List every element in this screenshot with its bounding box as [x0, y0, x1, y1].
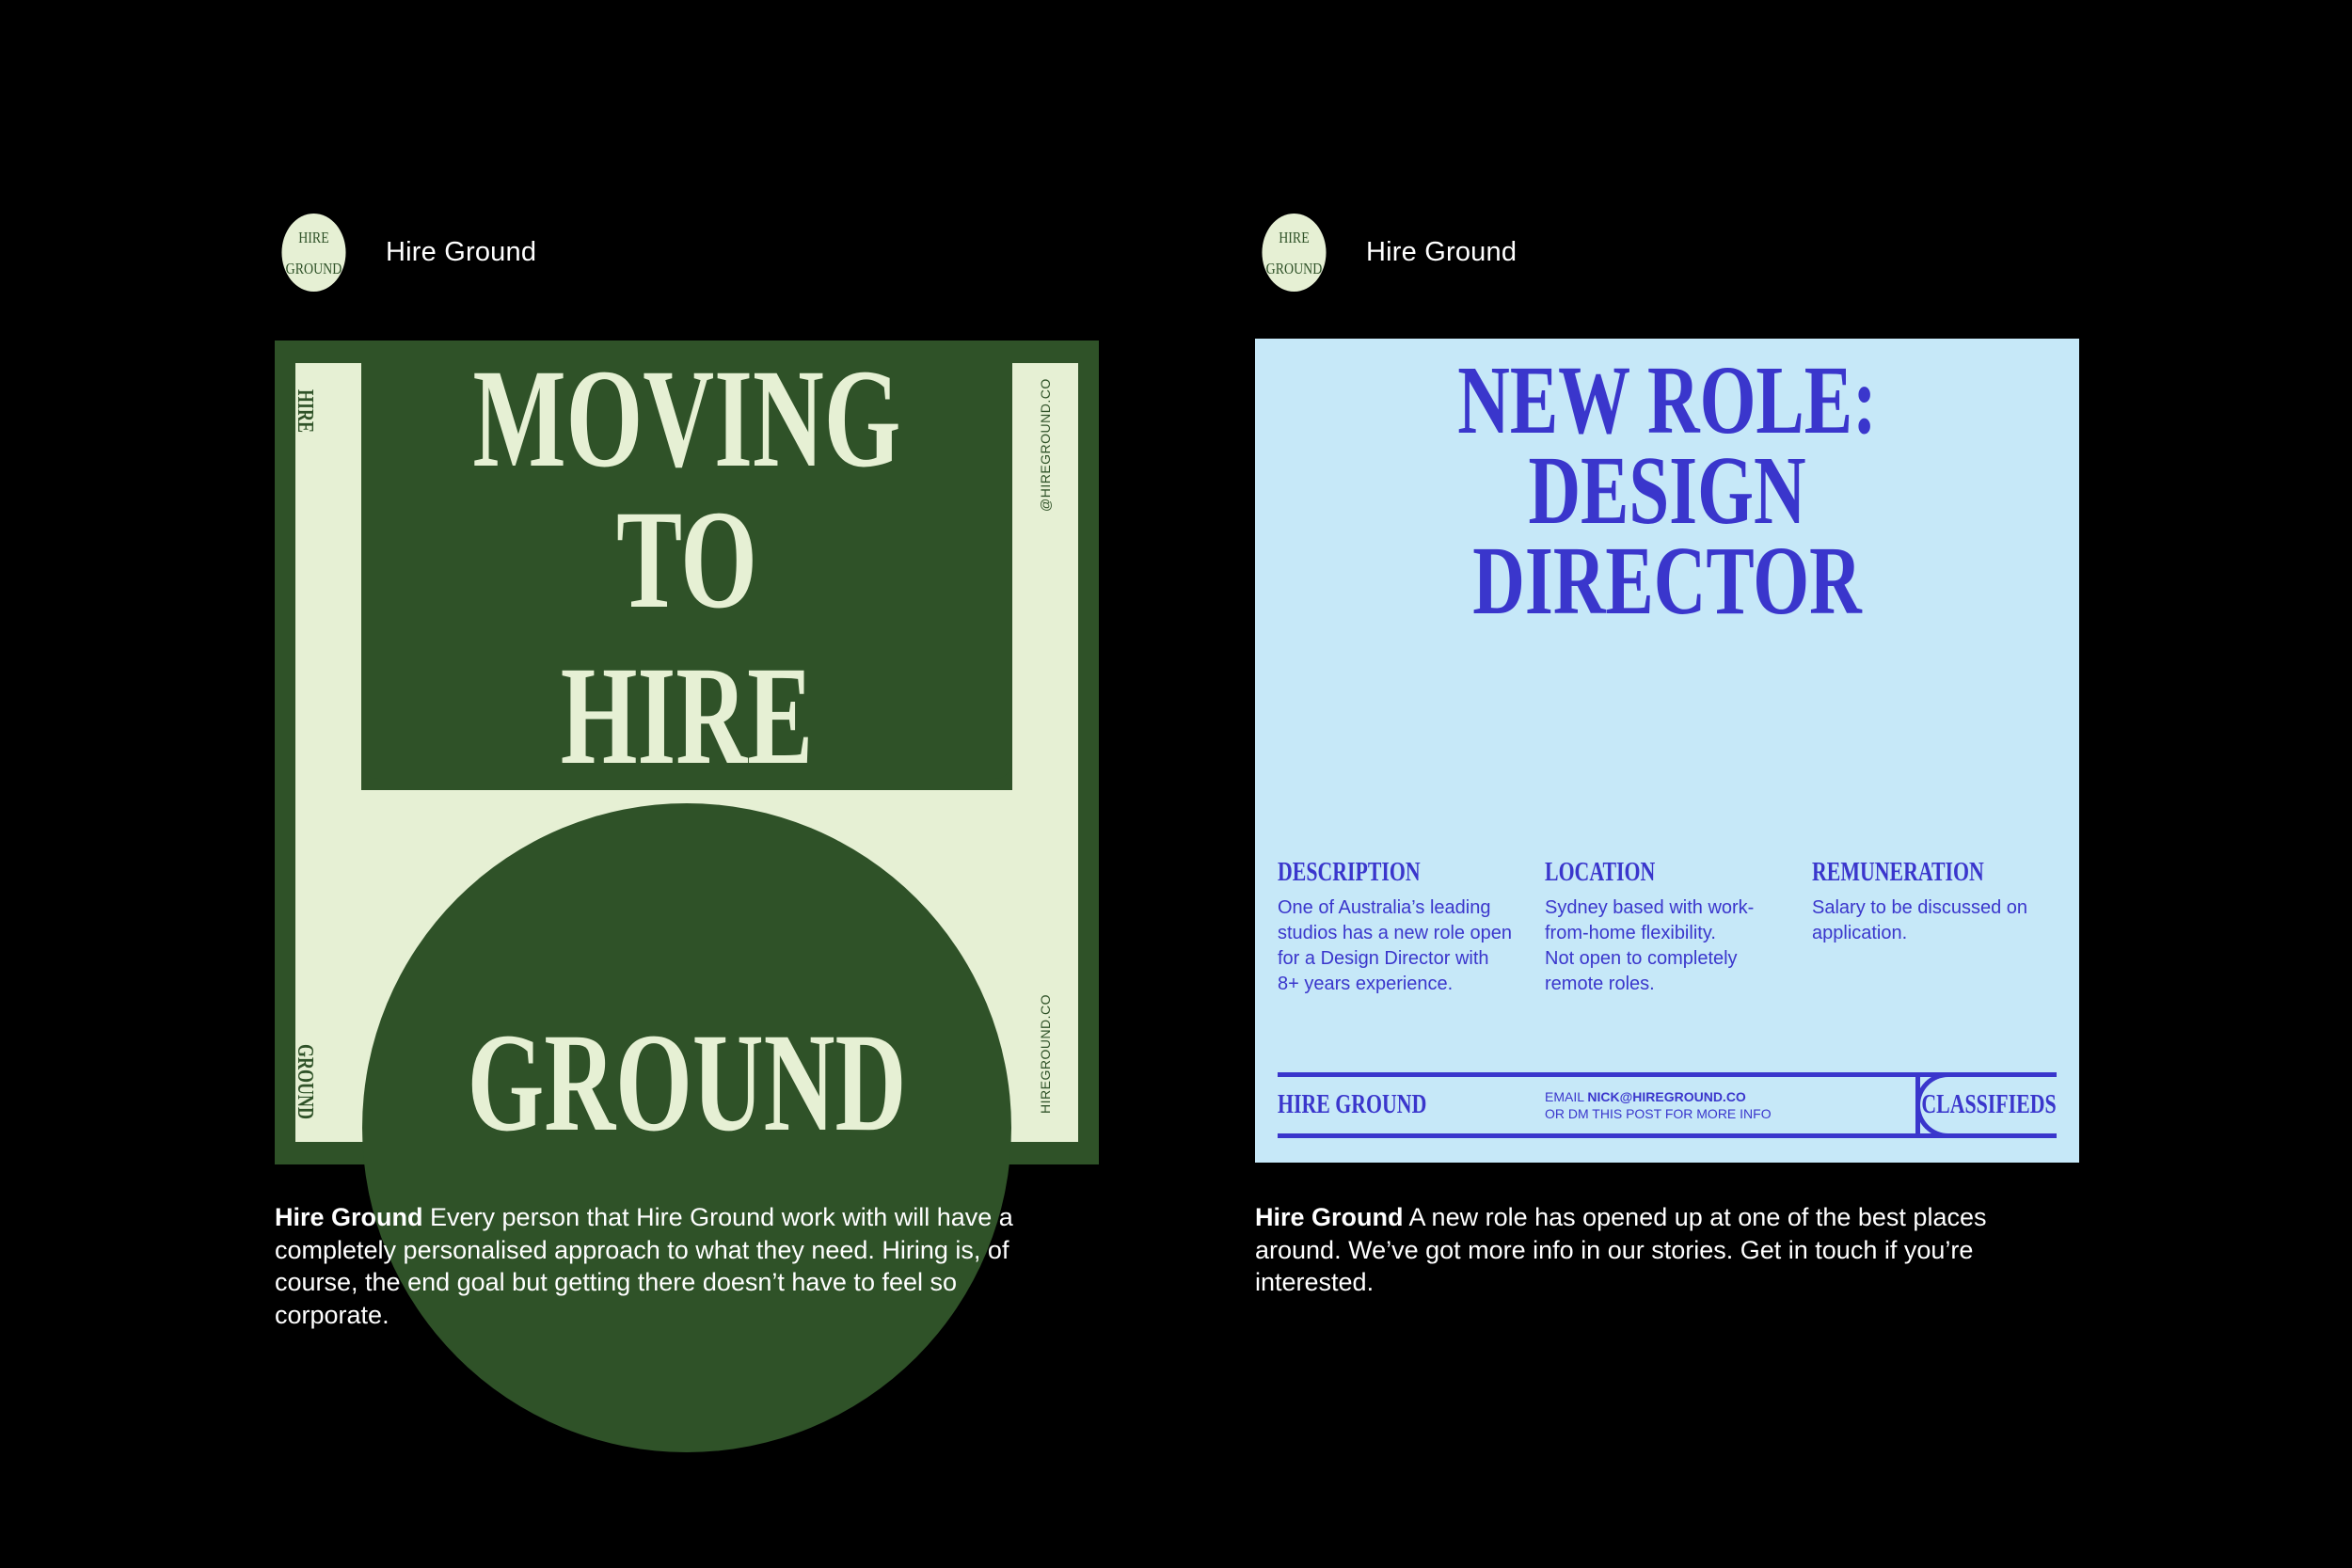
post-header: HIRE GROUND Hire Ground: [1255, 214, 1517, 292]
post-header: HIRE GROUND Hire Ground: [275, 214, 536, 292]
avatar-line: GROUND: [285, 259, 342, 277]
column-heading: REMUNERATION: [1812, 858, 1984, 887]
footer-contact: EMAIL NICK@HIREGROUND.CO OR DM THIS POST…: [1545, 1088, 1772, 1122]
column-text: Salary to be discussed on application.: [1812, 897, 2028, 943]
footer-dm: OR DM THIS POST FOR MORE INFO: [1545, 1106, 1772, 1121]
role-title: NEW ROLE: DESIGN DIRECTOR: [1362, 346, 1972, 635]
avatar-line: HIRE: [1279, 228, 1310, 246]
column-text: Sydney based with work- from-home flexib…: [1545, 897, 1755, 994]
post-image[interactable]: MOVING TO HIRE GROUND HIRE GROUND @HIREG…: [275, 341, 1099, 1452]
side-label-left-top: HIRE: [293, 389, 317, 434]
side-label-left-bottom: GROUND: [293, 1044, 317, 1120]
post-image[interactable]: NEW ROLE: DESIGN DIRECTOR DESCRIPTION On…: [1255, 339, 2079, 1163]
left-panel: [295, 363, 361, 1142]
footer-email-label: EMAIL: [1545, 1089, 1588, 1104]
footer-email: NICK@HIREGROUND.CO: [1587, 1089, 1746, 1104]
footer-tag: CLASSIFIEDS: [1921, 1090, 2057, 1119]
column-heading: LOCATION: [1545, 858, 1656, 887]
avatar[interactable]: HIRE GROUND: [281, 214, 346, 292]
info-column-location: LOCATION Sydney based with work- from-ho…: [1545, 858, 1789, 997]
headline-top: MOVING TO: [472, 341, 901, 638]
headline-bottom: GROUND: [467, 1005, 907, 1161]
avatar-line: HIRE: [298, 228, 329, 246]
username[interactable]: Hire Ground: [386, 237, 536, 268]
side-label-right-bottom: HIREGROUND.CO: [1038, 993, 1053, 1114]
role-title-line2: DESIGN DIRECTOR: [1472, 436, 1862, 635]
post-caption: Hire Ground A new role has opened up at …: [1255, 1201, 2008, 1299]
headline-mid: HIRE: [560, 638, 814, 794]
info-column-remuneration: REMUNERATION Salary to be discussed on a…: [1812, 858, 2057, 946]
avatar[interactable]: HIRE GROUND: [1262, 214, 1327, 292]
footer-brand: HIRE GROUND: [1278, 1090, 1427, 1119]
column-heading: DESCRIPTION: [1278, 858, 1421, 887]
role-title-line1: NEW ROLE:: [1457, 346, 1877, 454]
post-caption: Hire Ground Every person that Hire Groun…: [275, 1201, 1056, 1331]
avatar-line: GROUND: [1265, 259, 1323, 277]
column-text: One of Australia’s leading studios has a…: [1278, 897, 1513, 994]
caption-username[interactable]: Hire Ground: [275, 1203, 423, 1231]
caption-username[interactable]: Hire Ground: [1255, 1203, 1404, 1231]
username[interactable]: Hire Ground: [1366, 237, 1517, 268]
classified-footer: HIRE GROUND EMAIL NICK@HIREGROUND.CO OR …: [1278, 1072, 2057, 1138]
info-column-description: DESCRIPTION One of Australia’s leading s…: [1278, 858, 1522, 997]
side-label-right-top: @HIREGROUND.CO: [1038, 378, 1053, 512]
